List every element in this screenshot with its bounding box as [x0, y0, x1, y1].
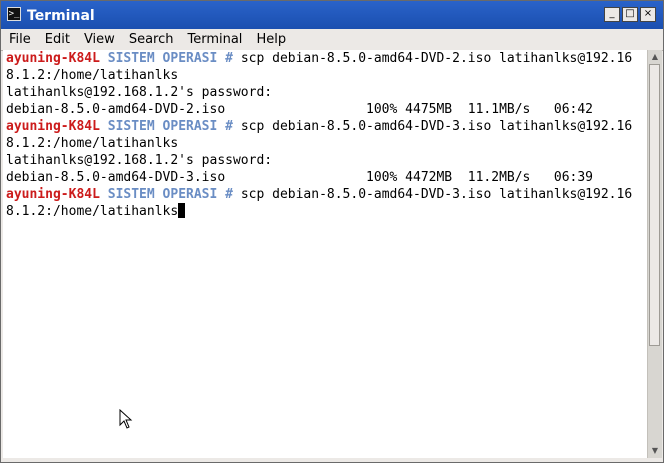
scroll-up-icon[interactable]: ▲	[648, 50, 662, 64]
menu-file[interactable]: File	[3, 29, 37, 50]
terminal-line: 8.1.2:/home/latihanlks	[6, 68, 179, 83]
scrollbar-thumb[interactable]	[649, 64, 660, 346]
close-button[interactable]: ×	[640, 7, 656, 22]
terminal-line: latihanlks@192.168.1.2's password:	[6, 85, 273, 100]
prompt-symbol: #	[225, 187, 233, 202]
terminal-line: ayuning-K84L SISTEM OPERASI # scp debian…	[6, 118, 647, 135]
terminal-line: debian-8.5.0-amd64-DVD-3.iso 100% 4472MB…	[6, 170, 593, 185]
scroll-down-icon[interactable]: ▼	[648, 444, 662, 458]
terminal-line: 8.1.2:/home/latihanlks	[6, 136, 179, 151]
menu-terminal[interactable]: Terminal	[181, 29, 248, 50]
command-text: scp debian-8.5.0-amd64-DVD-3.iso latihan…	[240, 187, 633, 202]
menu-bar: File Edit View Search Terminal Help	[1, 29, 663, 51]
text-cursor	[178, 203, 186, 218]
minimize-button[interactable]: _	[604, 7, 620, 22]
terminal-line: ayuning-K84L SISTEM OPERASI # scp debian…	[6, 50, 647, 67]
command-text: scp debian-8.5.0-amd64-DVD-2.iso latihan…	[240, 51, 633, 66]
terminal-window: >_ Terminal _ □ × File Edit View Search …	[0, 0, 664, 463]
window-title: Terminal	[27, 8, 95, 24]
terminal-line: 8.1.2:/home/latihanlks	[6, 203, 647, 220]
current-input: 8.1.2:/home/latihanlks	[6, 204, 179, 219]
terminal-output[interactable]: ayuning-K84L SISTEM OPERASI # scp debian…	[3, 50, 647, 458]
vertical-scrollbar[interactable]: ▲ ▼	[647, 50, 662, 458]
menu-search[interactable]: Search	[123, 29, 180, 50]
maximize-button[interactable]: □	[622, 7, 638, 22]
command-text: scp debian-8.5.0-amd64-DVD-3.iso latihan…	[240, 119, 633, 134]
prompt-directory: SISTEM OPERASI	[107, 51, 218, 66]
prompt-symbol: #	[225, 51, 233, 66]
mouse-pointer-icon	[119, 409, 133, 429]
prompt-user: ayuning-K84L	[6, 119, 100, 134]
menu-help[interactable]: Help	[250, 29, 292, 50]
title-bar[interactable]: >_ Terminal _ □ ×	[1, 1, 663, 29]
terminal-line: ayuning-K84L SISTEM OPERASI # scp debian…	[6, 186, 647, 203]
menu-view[interactable]: View	[78, 29, 121, 50]
prompt-directory: SISTEM OPERASI	[107, 187, 218, 202]
terminal-icon: >_	[7, 7, 21, 21]
terminal-line: debian-8.5.0-amd64-DVD-2.iso 100% 4475MB…	[6, 102, 593, 117]
prompt-user: ayuning-K84L	[6, 51, 100, 66]
prompt-user: ayuning-K84L	[6, 187, 100, 202]
menu-edit[interactable]: Edit	[39, 29, 76, 50]
terminal-line: latihanlks@192.168.1.2's password:	[6, 153, 273, 168]
window-controls: _ □ ×	[604, 7, 656, 22]
terminal-text: ayuning-K84L SISTEM OPERASI # scp debian…	[3, 50, 647, 220]
prompt-symbol: #	[225, 119, 233, 134]
prompt-directory: SISTEM OPERASI	[107, 119, 218, 134]
